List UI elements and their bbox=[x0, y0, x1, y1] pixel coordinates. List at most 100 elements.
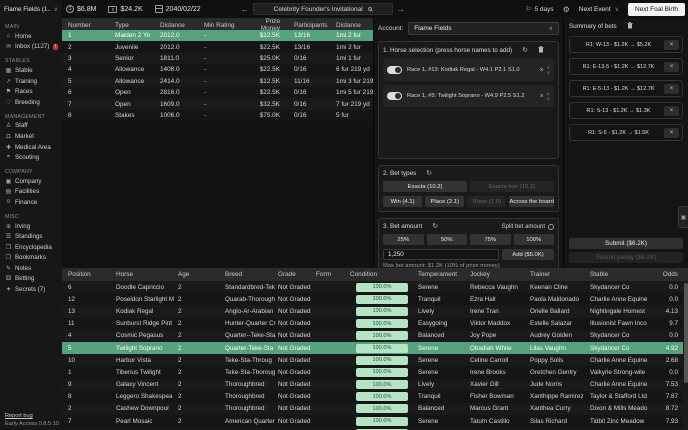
entry-row[interactable]: 5Twilight Soprano2Quarter-Teke-StaNot Gr… bbox=[62, 342, 688, 354]
entry-row[interactable]: 12Poseidon Starlight M2Quarab-ThoroughNo… bbox=[62, 293, 688, 305]
bet-type-buttons: Exacta (10.2)Exacta box (10.2)Win (4.1)P… bbox=[383, 181, 554, 207]
entry-row[interactable]: 13Kodiak Regal2Anglo-Ar-ArabianNot Grade… bbox=[62, 305, 688, 317]
settings-gear-icon[interactable]: ⚙ bbox=[563, 5, 570, 14]
entry-row[interactable]: 6Doodle Capriccio2Standardbred-TekNot Gr… bbox=[62, 281, 688, 293]
sidebar-item-stable[interactable]: ▦Stable bbox=[0, 65, 62, 76]
percent-button-100[interactable]: 100% bbox=[514, 234, 555, 245]
horse-selection-row[interactable]: Race 1, #5: Twilight Soprano - W4.9 P2.5… bbox=[383, 85, 554, 107]
account-select[interactable]: Flame Fields ∨ bbox=[408, 22, 559, 35]
search-input[interactable]: Celebrity Founder's Invitational bbox=[253, 3, 393, 15]
sidebar-item-staff[interactable]: ♙Staff bbox=[0, 121, 62, 132]
money-icon: $ bbox=[66, 5, 74, 13]
split-bet-amount-label: Split bet amount bbox=[502, 224, 545, 230]
race-row[interactable]: 2Juvenile2012.0-$22.5K13/161mi 2 fur bbox=[62, 41, 373, 52]
entry-cell: American Quarter bbox=[225, 418, 278, 425]
sidebar-item-facilities[interactable]: ▤Facilities bbox=[0, 187, 62, 198]
remove-bet-button[interactable]: × bbox=[664, 40, 679, 50]
split-bet-amount[interactable]: Split bet amount bbox=[502, 224, 554, 230]
condition-cell: 100.0% bbox=[350, 307, 418, 316]
remove-bet-button[interactable]: × bbox=[664, 62, 679, 72]
reset-icon[interactable]: ↻ bbox=[522, 47, 528, 54]
entry-row[interactable]: 10Harbor Vista2Teke-Sta-ThrougNot Graded… bbox=[62, 354, 688, 366]
reset-icon[interactable]: ↻ bbox=[432, 223, 438, 230]
sidebar-item-finance[interactable]: ¤Finance bbox=[0, 197, 62, 208]
sidebar-item-betting[interactable]: ⚄Betting bbox=[0, 274, 62, 285]
remove-bet-button[interactable]: × bbox=[664, 128, 679, 138]
bet-amount-input[interactable] bbox=[383, 249, 499, 260]
percent-button-25[interactable]: 25% bbox=[383, 234, 424, 245]
race-row[interactable]: 5Allowance2414.0-$12.5K11/161mi 3 fur 21… bbox=[62, 76, 373, 87]
next-arrow-icon[interactable]: → bbox=[393, 5, 409, 14]
race-cell: 2816.0 bbox=[160, 89, 204, 96]
entry-row[interactable]: 9Galaxy Vincent2ThoroughbredNot Graded10… bbox=[62, 379, 688, 391]
condition-badge: 100.0% bbox=[356, 307, 408, 316]
entry-row[interactable]: 11Sunburst Ridge Pint2Hunter-Quarter CrN… bbox=[62, 318, 688, 330]
sidebar-item-breeding[interactable]: ♡Breeding bbox=[0, 97, 62, 108]
add-bet-button[interactable]: Add ($5.0K) bbox=[502, 249, 554, 260]
sidebar-item-label: Scouting bbox=[15, 154, 39, 161]
sidebar-item-medical[interactable]: ✚Medical Area bbox=[0, 142, 62, 153]
bet-type-button-place[interactable]: Place (2.1) bbox=[425, 196, 464, 207]
sidebar-item-irving[interactable]: ⊕Irving bbox=[0, 221, 62, 232]
move-down-icon[interactable]: ∨ bbox=[547, 96, 550, 101]
sidebar-item-home[interactable]: ⌂Home bbox=[0, 31, 62, 42]
horse-toggle[interactable] bbox=[387, 92, 402, 100]
race-row[interactable]: 7Open1609.0-$32.5K0/167 fur 219 yd bbox=[62, 98, 373, 109]
horse-selection-panel: 1. Horse selection (press horse names to… bbox=[378, 41, 559, 159]
percent-button-50[interactable]: 50% bbox=[427, 234, 468, 245]
split-toggle-icon bbox=[548, 224, 554, 230]
entries-scrollbar[interactable] bbox=[683, 281, 688, 430]
entry-cell: Sunburst Ridge Pint bbox=[116, 320, 178, 327]
next-event-dropdown[interactable]: Next Event ∨ bbox=[579, 6, 619, 13]
sidebar-item-secrets[interactable]: ✦Secrets (7) bbox=[0, 284, 62, 295]
sidebar-item-standings[interactable]: ☰Standings bbox=[0, 231, 62, 242]
trash-icon[interactable] bbox=[627, 22, 633, 31]
stable-select[interactable]: Flame Fields (1... ∨ bbox=[0, 0, 62, 18]
sidebar-item-encyclopedia[interactable]: ❐Encyclopedia bbox=[0, 242, 62, 253]
remove-bet-button[interactable]: × bbox=[664, 84, 679, 94]
sidebar-item-market[interactable]: ⚖Market bbox=[0, 131, 62, 142]
race-cell: $22.5K bbox=[246, 66, 294, 73]
submit-button[interactable]: Submit ($6.2K) bbox=[569, 238, 683, 249]
horse-selection-row[interactable]: Race 1, #13: Kodiak Regal - W4.1 P2.1 S1… bbox=[383, 59, 554, 81]
report-bug-link[interactable]: Report bug bbox=[5, 413, 59, 419]
move-down-icon[interactable]: ∨ bbox=[547, 70, 550, 75]
alert-badge: ! bbox=[53, 44, 57, 50]
sidebar-item-inbox[interactable]: ✉Inbox (1127)! bbox=[0, 42, 62, 53]
trash-icon[interactable] bbox=[538, 46, 544, 55]
entry-row[interactable]: 1Tiberius Twilight2Teke-Sta-ThorougNot G… bbox=[62, 366, 688, 378]
entry-row[interactable]: 8Leggero Shakespea2ThoroughbredNot Grade… bbox=[62, 391, 688, 403]
race-row[interactable]: 4Allowance1408.0-$22.5K0/166 fur 219 yd bbox=[62, 64, 373, 75]
scrollbar-thumb[interactable] bbox=[684, 283, 688, 383]
percent-button-75[interactable]: 75% bbox=[470, 234, 511, 245]
bet-type-button-across[interactable]: Across the board bbox=[509, 196, 554, 207]
horse-selection-label: Race 1, #13: Kodiak Regal - W4.1 P2.1 S1… bbox=[407, 67, 537, 73]
race-row[interactable]: 6Open2816.0-$22.5K0/161mi 5 fur 219 yd bbox=[62, 87, 373, 98]
race-row[interactable]: 3Senior1811.0-$25.0K0/161mi 1 fur bbox=[62, 53, 373, 64]
entry-row[interactable]: 4Cosmic Pegasus2Quarter--Teke-StaNot Gra… bbox=[62, 330, 688, 342]
entry-row[interactable]: 2Cashew Downpour2ThoroughbredNot Graded1… bbox=[62, 403, 688, 415]
horse-toggle[interactable] bbox=[387, 66, 402, 74]
entry-cell: 1 bbox=[68, 369, 116, 376]
bet-type-button-exacta[interactable]: Exacta (10.2) bbox=[383, 181, 467, 192]
sidebar-item-training[interactable]: ↗Training bbox=[0, 76, 62, 87]
sidebar-item-bookmarks[interactable]: ❒Bookmarks bbox=[0, 253, 62, 264]
prev-arrow-icon[interactable]: ← bbox=[237, 5, 253, 14]
race-row[interactable]: 1Maiden 2 Yo2012.0-$12.5K13/161mi 2 fur bbox=[62, 30, 373, 41]
collapsed-panel-handle[interactable]: ▣ bbox=[678, 206, 688, 228]
entry-row[interactable]: 7Pearl Mosaic2American QuarterNot Graded… bbox=[62, 415, 688, 427]
race-row[interactable]: 8Stakes1006.0-$75.0K0/165 fur bbox=[62, 110, 373, 121]
reset-icon[interactable]: ↻ bbox=[426, 170, 432, 177]
date-value: 2040/02/22 bbox=[166, 6, 201, 13]
remove-horse-icon[interactable]: × bbox=[537, 67, 547, 74]
remove-horse-icon[interactable]: × bbox=[537, 93, 547, 100]
races-col-header: Type bbox=[115, 22, 160, 29]
remove-bet-button[interactable]: × bbox=[664, 106, 679, 116]
entry-cell: 4 bbox=[68, 332, 116, 339]
sidebar-item-scouting[interactable]: ⌖Scouting bbox=[0, 152, 62, 163]
sidebar-item-races[interactable]: ⚑Races bbox=[0, 86, 62, 97]
sidebar-item-company[interactable]: ▣Company bbox=[0, 176, 62, 187]
bet-type-button-win[interactable]: Win (4.1) bbox=[383, 196, 422, 207]
sidebar-item-notes[interactable]: ✎Notes bbox=[0, 263, 62, 274]
next-event-button[interactable]: Next Foal Birth bbox=[628, 3, 685, 16]
